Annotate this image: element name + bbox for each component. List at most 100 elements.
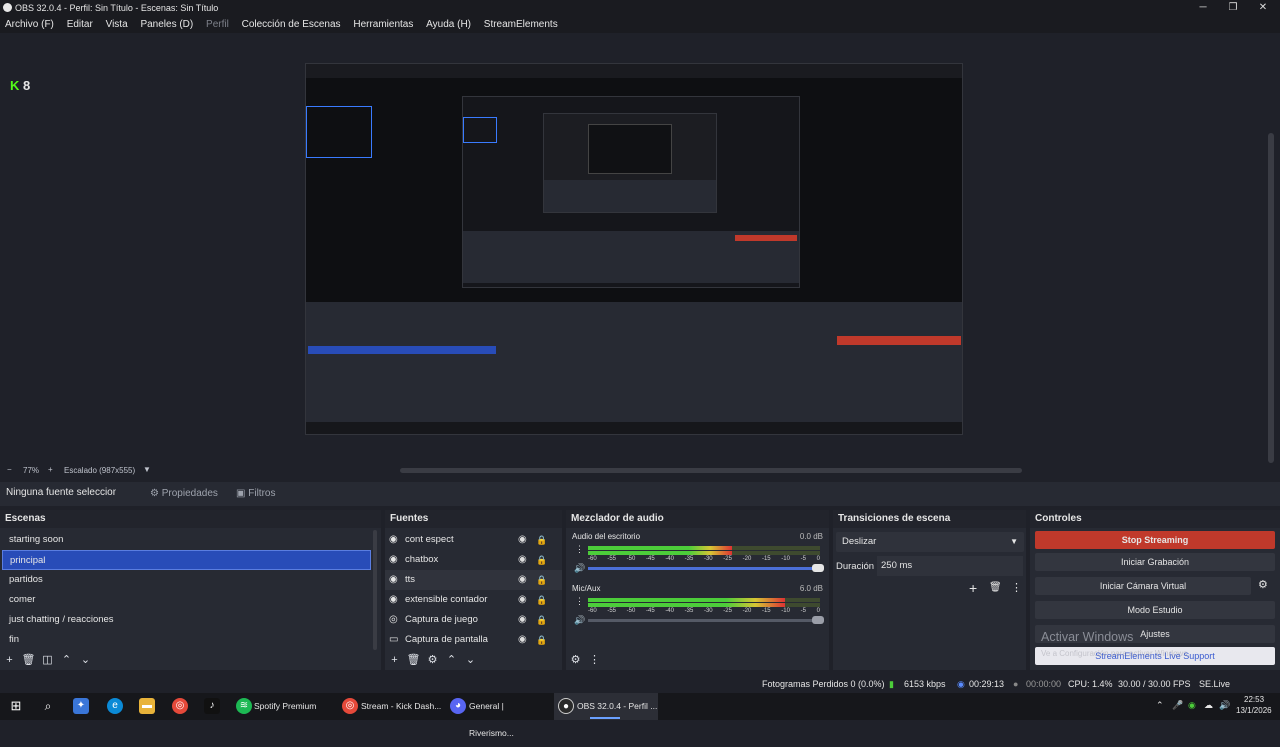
chevron-down-icon[interactable]: ⌄: [461, 650, 480, 670]
browser-icon: ◉: [389, 594, 398, 605]
mixer-channel: Audio del escritorio 0.0 dB ⋮ -60 -55 -50-…: [566, 528, 829, 580]
minimize-icon[interactable]: ─: [1188, 0, 1218, 16]
clock-date[interactable]: 13/1/2026: [1236, 706, 1272, 715]
menu-herramientas[interactable]: Herramientas: [353, 16, 413, 33]
windows-start-icon[interactable]: ⊞: [8, 698, 24, 714]
lock-icon[interactable]: 🔒: [536, 550, 547, 570]
studio-mode-button[interactable]: Modo Estudio: [1035, 601, 1275, 619]
browser-icon: ◉: [389, 554, 398, 565]
taskbar-app-discord[interactable]: ◕ General | Riverismo...: [446, 693, 548, 738]
source-item[interactable]: ◉ tts ◉ 🔒: [385, 570, 562, 590]
add-icon[interactable]: +: [969, 580, 977, 596]
add-icon[interactable]: +: [0, 650, 19, 670]
kebab-menu-icon[interactable]: ⋮: [575, 596, 584, 607]
menu-ayuda[interactable]: Ayuda (H): [426, 16, 471, 33]
virtual-cam-button[interactable]: Iniciar Cámara Virtual: [1035, 577, 1251, 595]
eye-icon[interactable]: ◉: [518, 550, 527, 570]
scene-item[interactable]: partidos: [2, 570, 371, 590]
menu-paneles[interactable]: Paneles (D): [140, 16, 193, 33]
add-icon[interactable]: +: [385, 650, 404, 670]
eye-icon[interactable]: ◉: [518, 570, 527, 590]
eye-icon[interactable]: ◉: [518, 610, 527, 630]
lock-icon[interactable]: 🔒: [536, 590, 547, 610]
zoom-scale-select[interactable]: Escalado (987x555): [64, 466, 135, 475]
transition-select[interactable]: Deslizar ▼: [836, 532, 1024, 552]
tray-app-icon[interactable]: ◉: [1188, 700, 1196, 711]
taskbar-app-obs[interactable]: ● OBS 32.0.4 - Perfil ...: [554, 693, 658, 720]
eye-icon[interactable]: ◉: [518, 530, 527, 550]
volume-slider[interactable]: [588, 567, 820, 570]
speaker-icon[interactable]: 🔊: [574, 615, 585, 626]
filters-button[interactable]: ▣ Filtros: [232, 486, 279, 501]
eye-icon[interactable]: ◉: [518, 630, 527, 650]
taskbar-app-kick[interactable]: ◎ Stream - Kick Dash...: [338, 693, 442, 720]
menu-coleccion[interactable]: Colección de Escenas: [242, 16, 341, 33]
kebab-menu-icon[interactable]: ⋮: [585, 650, 604, 670]
volume-knob[interactable]: [812, 564, 824, 572]
menu-archivo[interactable]: Archivo (F): [5, 16, 54, 33]
menu-vista[interactable]: Vista: [106, 16, 128, 33]
lock-icon[interactable]: 🔒: [536, 630, 547, 650]
edge-icon[interactable]: e: [107, 698, 123, 714]
lock-icon[interactable]: 🔒: [536, 570, 547, 590]
zoom-in-button[interactable]: +: [48, 465, 53, 474]
trash-icon[interactable]: 🗑: [404, 650, 423, 670]
source-item[interactable]: ◉ cont espect ◉ 🔒: [385, 530, 562, 550]
tiktok-icon[interactable]: ♪: [204, 698, 220, 714]
menu-streamelements[interactable]: StreamElements: [484, 16, 558, 33]
lock-icon[interactable]: 🔒: [536, 530, 547, 550]
kebab-menu-icon[interactable]: ⋮: [575, 544, 584, 555]
mic-icon[interactable]: 🎤: [1172, 700, 1183, 711]
filter-icon[interactable]: ◫: [38, 650, 57, 670]
preview-hscroll[interactable]: [400, 468, 1022, 473]
stop-streaming-button[interactable]: Stop Streaming: [1035, 531, 1275, 549]
source-item[interactable]: ◉ extensible contador ◉ 🔒: [385, 590, 562, 610]
scenes-scroll[interactable]: [373, 530, 377, 650]
taskbar-app-spotify[interactable]: ≋ Spotify Premium: [232, 693, 330, 720]
nested-selected-scene: [308, 346, 496, 354]
duration-input[interactable]: 250 ms: [877, 556, 1023, 576]
zoom-out-button[interactable]: −: [7, 465, 12, 474]
start-recording-button[interactable]: Iniciar Grabación: [1035, 553, 1275, 571]
preview-canvas[interactable]: [305, 63, 963, 435]
preview-vscroll[interactable]: [1268, 133, 1274, 463]
trash-icon[interactable]: 🗑: [989, 582, 1002, 593]
maximize-icon[interactable]: ❐: [1218, 0, 1248, 16]
volume-slider[interactable]: [588, 619, 820, 622]
menu-perfil[interactable]: Perfil: [206, 16, 229, 33]
record-time: 00:00:00: [1026, 679, 1062, 689]
close-icon[interactable]: ✕: [1248, 0, 1278, 16]
folder-icon[interactable]: ▬: [139, 698, 155, 714]
gear-icon[interactable]: ⚙: [1258, 578, 1268, 591]
search-icon[interactable]: ⌕: [40, 698, 56, 714]
scene-item[interactable]: comer: [2, 590, 371, 610]
source-item[interactable]: ◉ chatbox ◉ 🔒: [385, 550, 562, 570]
scene-item-selected[interactable]: principal: [2, 550, 371, 570]
gear-icon[interactable]: ⚙: [423, 650, 442, 670]
advanced-audio-icon[interactable]: ⚙: [566, 650, 585, 670]
chevron-up-icon[interactable]: ⌃: [1156, 700, 1164, 711]
chevron-down-icon[interactable]: ▼: [143, 465, 151, 474]
menu-editar[interactable]: Editar: [67, 16, 93, 33]
volume-icon[interactable]: 🔊: [1219, 700, 1230, 711]
chevron-up-icon[interactable]: ⌃: [57, 650, 76, 670]
chrome-icon[interactable]: ◎: [172, 698, 188, 714]
kebab-menu-icon[interactable]: ⋮: [1011, 581, 1022, 594]
trash-icon[interactable]: 🗑: [19, 650, 38, 670]
lock-icon[interactable]: 🔒: [536, 610, 547, 630]
clock-time[interactable]: 22:53: [1244, 695, 1264, 704]
copilot-icon[interactable]: ✦: [73, 698, 89, 714]
eye-icon[interactable]: ◉: [518, 590, 527, 610]
duration-label: Duración: [836, 561, 875, 572]
source-item[interactable]: ◎ Captura de juego ◉ 🔒: [385, 610, 562, 630]
scene-item[interactable]: fin: [2, 630, 371, 650]
scene-item[interactable]: starting soon: [2, 530, 371, 550]
speaker-icon[interactable]: 🔊: [574, 563, 585, 574]
properties-button[interactable]: ⚙ Propiedades: [146, 486, 222, 501]
cloud-icon[interactable]: ☁: [1204, 700, 1213, 711]
chevron-up-icon[interactable]: ⌃: [442, 650, 461, 670]
volume-knob[interactable]: [812, 616, 824, 624]
scene-item[interactable]: just chatting / reacciones: [2, 610, 371, 630]
source-item[interactable]: ▭ Captura de pantalla ◉ 🔒: [385, 630, 562, 650]
chevron-down-icon[interactable]: ⌄: [76, 650, 95, 670]
